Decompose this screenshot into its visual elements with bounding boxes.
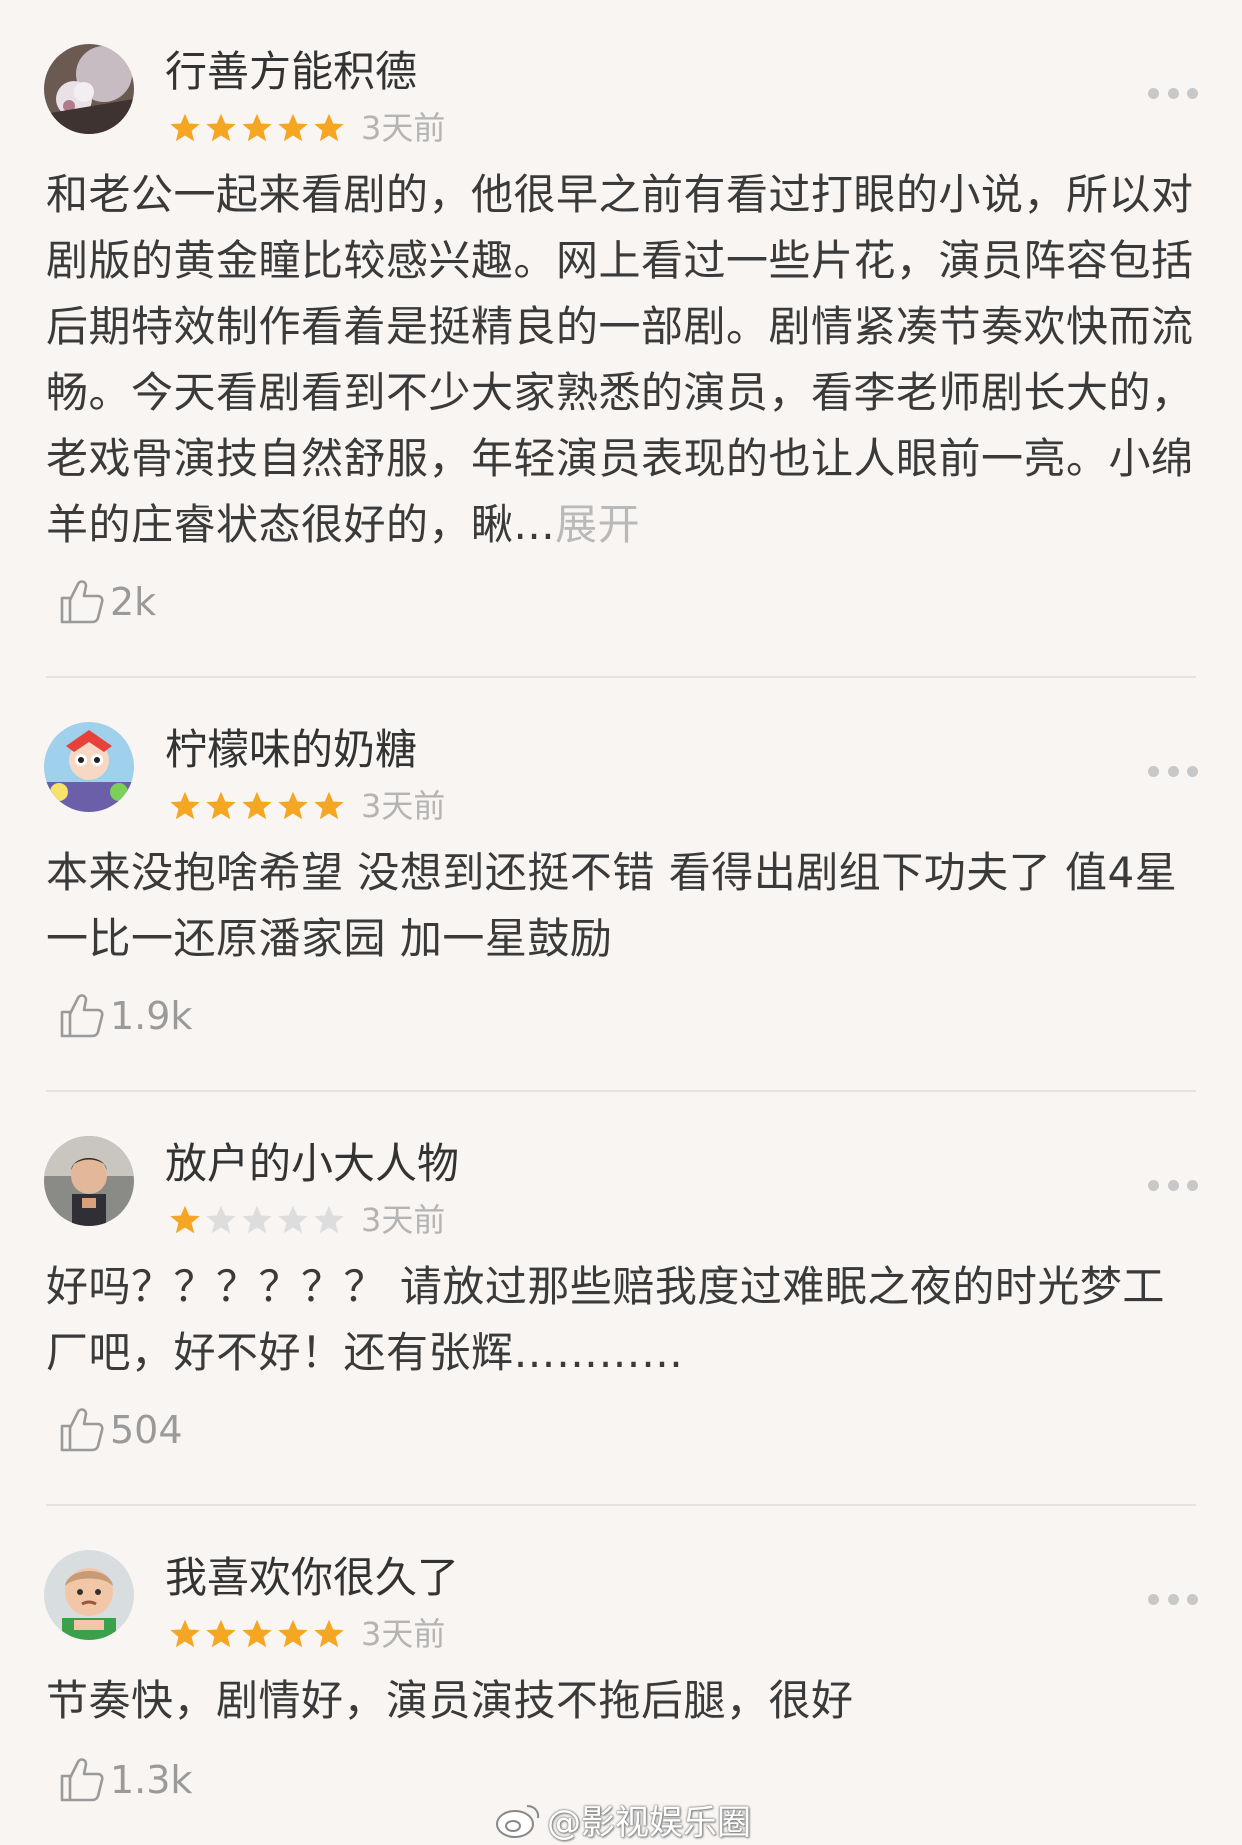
star-rating [167,1202,347,1238]
username[interactable]: 行善方能积德 [165,46,417,98]
watermark: @影视娱乐圈 [495,1795,751,1844]
cartoon-girl-avatar-icon [44,722,134,812]
review-text: 好吗？？？？？？ 请放过那些赔我度过难眠之夜的时光梦工厂吧，好不好！还有张辉……… [46,1254,1196,1386]
like-button[interactable]: 1.9k [58,986,192,1046]
avatar[interactable] [44,1136,134,1226]
star-empty-icon [242,1205,272,1234]
star-filled-icon [206,113,236,142]
username[interactable]: 放户的小大人物 [165,1138,459,1190]
like-count: 2k [110,580,157,624]
username[interactable]: 柠檬味的奶糖 [165,724,417,776]
rating-row: 3天前 [167,108,445,148]
like-count: 1.9k [110,994,193,1038]
divider [46,1090,1196,1092]
divider [46,1504,1196,1506]
cherry-blossom-avatar-icon [44,44,134,134]
star-rating [167,788,347,824]
rating-row: 3天前 [167,786,445,826]
thumbs-up-icon [60,1408,104,1452]
star-filled-icon [278,113,308,142]
like-count: 1.3k [110,1758,193,1802]
thumbs-up-icon [60,1758,104,1802]
star-rating [167,110,347,146]
star-filled-icon [170,1619,200,1648]
expand-link[interactable]: 展开 [555,500,640,549]
star-filled-icon [206,791,236,820]
avatar[interactable] [44,722,134,812]
like-button[interactable]: 504 [58,1400,183,1460]
star-filled-icon [242,791,272,820]
review-text-content: 节奏快，剧情好，演员演技不拖后腿，很好 [46,1676,854,1725]
avatar[interactable] [44,1550,134,1640]
star-filled-icon [242,113,272,142]
rating-row: 3天前 [167,1614,445,1654]
more-options-icon[interactable] [1148,1178,1198,1192]
review-text: 本来没抱啥希望 没想到还挺不错 看得出剧组下功夫了 值4星一比一还原潘家园 加一… [46,840,1196,972]
star-filled-icon [242,1619,272,1648]
child-photo-avatar-icon [44,1136,134,1226]
review-text: 节奏快，剧情好，演员演技不拖后腿，很好 [46,1668,1196,1734]
thumbs-up-icon [60,994,104,1038]
rating-row: 3天前 [167,1200,445,1240]
weibo-logo-icon [496,1804,540,1838]
star-filled-icon [314,791,344,820]
star-filled-icon [170,791,200,820]
star-filled-icon [170,1205,200,1234]
review-time: 3天前 [361,109,446,147]
divider [46,676,1196,678]
review-text-content: 好吗？？？？？？ 请放过那些赔我度过难眠之夜的时光梦工厂吧，好不好！还有张辉……… [46,1262,1165,1377]
like-button[interactable]: 2k [58,572,156,632]
more-options-icon[interactable] [1148,764,1198,778]
review-text-content: 本来没抱啥希望 没想到还挺不错 看得出剧组下功夫了 值4星一比一还原潘家园 加一… [46,848,1178,963]
star-rating [167,1616,347,1652]
like-count: 504 [110,1408,183,1452]
avatar[interactable] [44,44,134,134]
star-filled-icon [206,1619,236,1648]
star-empty-icon [314,1205,344,1234]
star-empty-icon [278,1205,308,1234]
star-filled-icon [278,1619,308,1648]
like-button[interactable]: 1.3k [58,1750,192,1810]
star-filled-icon [314,1619,344,1648]
more-options-icon[interactable] [1148,86,1198,100]
more-options-icon[interactable] [1148,1592,1198,1606]
star-filled-icon [170,113,200,142]
star-filled-icon [314,113,344,142]
star-filled-icon [278,791,308,820]
review-time: 3天前 [361,1615,446,1653]
review-text: 和老公一起来看剧的，他很早之前有看过打眼的小说，所以对剧版的黄金瞳比较感兴趣。网… [46,162,1196,558]
thumbs-up-icon [60,580,104,624]
watermark-text: @影视娱乐圈 [547,1803,751,1843]
review-text-content: 和老公一起来看剧的，他很早之前有看过打眼的小说，所以对剧版的黄金瞳比较感兴趣。网… [46,170,1194,549]
star-empty-icon [206,1205,236,1234]
review-time: 3天前 [361,1201,446,1239]
review-time: 3天前 [361,787,446,825]
username[interactable]: 我喜欢你很久了 [165,1552,459,1604]
baby-photo-avatar-icon [44,1550,134,1640]
